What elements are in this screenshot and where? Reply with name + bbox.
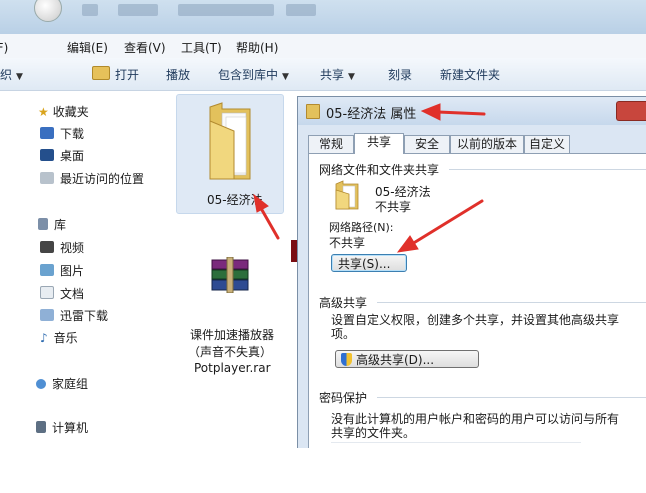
arrow-head <box>420 103 441 121</box>
arrow-annotation <box>436 110 486 116</box>
tab-sharing[interactable]: 共享 <box>354 133 404 154</box>
screenshot: 文件(F) 编辑(E) 查看(V) 工具(T) 帮助(H) 组织▼ 打开 播放 … <box>0 0 646 448</box>
arrow-annotation <box>410 199 484 246</box>
arrow-annotation <box>260 208 280 240</box>
arrow-head <box>253 193 269 213</box>
arrow-head <box>396 235 419 253</box>
annotation-arrows <box>253 103 486 253</box>
